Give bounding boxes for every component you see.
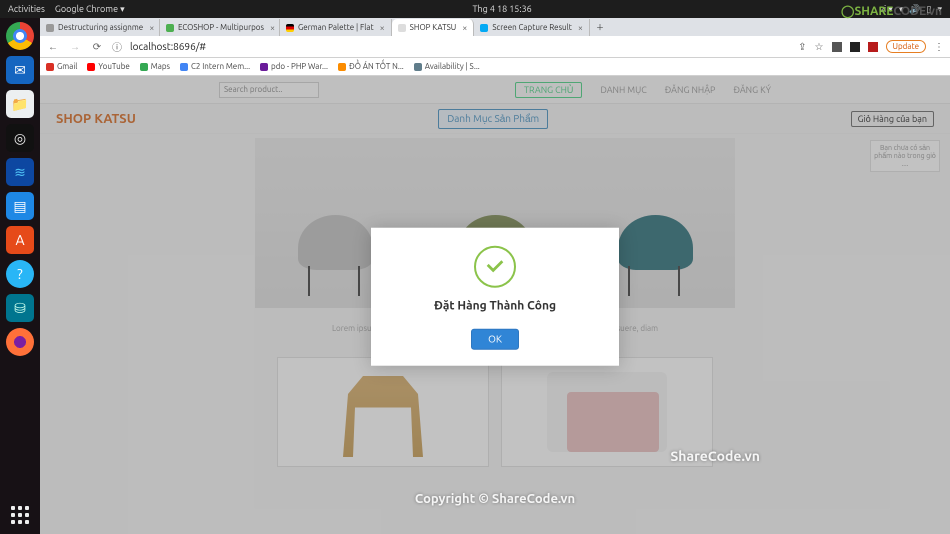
current-app-menu[interactable]: Google Chrome ▾ xyxy=(55,4,125,15)
chrome-icon[interactable] xyxy=(6,22,34,50)
success-check-icon xyxy=(474,246,516,288)
files-icon[interactable]: 📁 xyxy=(6,90,34,118)
bookmark-pdo[interactable]: pdo - PHP War... xyxy=(260,62,328,71)
back-button[interactable]: ← xyxy=(46,41,60,53)
extensions-icon[interactable] xyxy=(832,42,842,52)
browser-menu-icon[interactable]: ⋮ xyxy=(934,41,944,53)
bookmark-star-icon[interactable]: ☆ xyxy=(815,41,824,53)
tab-shop-katsu[interactable]: SHOP KATSU× xyxy=(392,19,475,36)
forward-button[interactable]: → xyxy=(68,41,82,53)
close-icon[interactable]: × xyxy=(380,23,385,33)
tab-screen-capture[interactable]: Screen Capture Result× xyxy=(474,19,590,36)
software-icon[interactable]: A xyxy=(6,226,34,254)
firefox-icon[interactable] xyxy=(6,328,34,356)
activities-button[interactable]: Activities xyxy=(8,4,45,15)
mysql-icon[interactable]: ⛁ xyxy=(6,294,34,322)
bookmark-availability[interactable]: Availability | S... xyxy=(414,62,480,71)
help-icon[interactable]: ? xyxy=(6,260,34,288)
success-modal: Đặt Hàng Thành Công OK xyxy=(371,228,619,366)
bookmark-doan[interactable]: ĐỒ ÁN TỐT N... xyxy=(338,62,404,71)
bookmark-youtube[interactable]: YouTube xyxy=(87,62,129,71)
os-topbar: Activities Google Chrome ▾ Thg 4 18 15:3… xyxy=(0,0,950,18)
reload-button[interactable]: ⟳ xyxy=(90,41,104,53)
sharecode-logo: ◯SHARECODE.vn xyxy=(841,4,942,18)
share-icon[interactable]: ⇪ xyxy=(798,41,806,53)
clock[interactable]: Thg 4 18 15:36 xyxy=(125,4,880,14)
browser-window: ◯SHARECODE.vn Destructuring assignme× EC… xyxy=(40,18,950,534)
bookmark-gmail[interactable]: Gmail xyxy=(46,62,77,71)
tab-destructuring[interactable]: Destructuring assignme× xyxy=(40,19,160,36)
address-bar: ← → ⟳ ⓘ localhost:8696/# ⇪ ☆ Update ⋮ xyxy=(40,36,950,58)
close-icon[interactable]: × xyxy=(462,23,467,33)
close-icon[interactable]: × xyxy=(149,23,154,33)
ext-icon-1[interactable] xyxy=(850,42,860,52)
obs-icon[interactable]: ◎ xyxy=(6,124,34,152)
tab-german-palette[interactable]: German Palette | Flat × xyxy=(280,19,392,36)
thunderbird-icon[interactable]: ✉ xyxy=(6,56,34,84)
update-button[interactable]: Update xyxy=(886,40,926,53)
url-field[interactable]: localhost:8696/# xyxy=(130,41,790,52)
modal-title: Đặt Hàng Thành Công xyxy=(387,300,603,313)
dock: ✉ 📁 ◎ ≋ ▤ A ? ⛁ xyxy=(0,18,40,534)
bookmarks-bar: Gmail YouTube Maps C2 Intern Mem... pdo … xyxy=(40,58,950,76)
site-info-icon[interactable]: ⓘ xyxy=(112,39,122,54)
page-viewport: TRANG CHỦ DANH MỤC ĐĂNG NHẬP ĐĂNG KÝ SHO… xyxy=(40,76,950,534)
tab-strip: Destructuring assignme× ECOSHOP - Multip… xyxy=(40,18,950,36)
libreoffice-icon[interactable]: ▤ xyxy=(6,192,34,220)
vscode-icon[interactable]: ≋ xyxy=(6,158,34,186)
close-icon[interactable]: × xyxy=(578,23,583,33)
tab-ecoshop[interactable]: ECOSHOP - Multipurpos× xyxy=(160,19,280,36)
bookmark-maps[interactable]: Maps xyxy=(140,62,170,71)
new-tab-button[interactable]: ＋ xyxy=(590,19,610,36)
bookmark-c2[interactable]: C2 Intern Mem... xyxy=(180,62,250,71)
ext-icon-2[interactable] xyxy=(868,42,878,52)
close-icon[interactable]: × xyxy=(270,23,275,33)
ok-button[interactable]: OK xyxy=(471,329,519,350)
show-apps-icon[interactable] xyxy=(9,504,31,526)
